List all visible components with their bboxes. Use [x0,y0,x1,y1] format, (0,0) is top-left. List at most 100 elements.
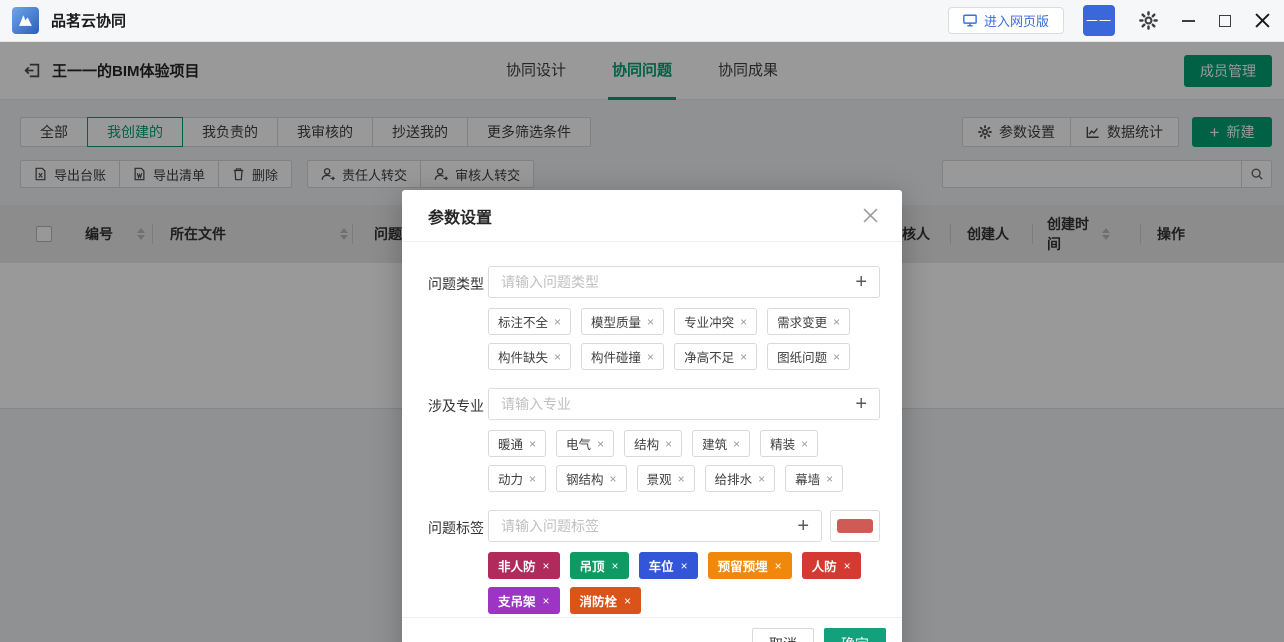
tag-label: 钢结构 [566,469,604,488]
modal-body: 问题类型 + 标注不全×模型质量×专业冲突×需求变更×构件缺失×构件碰撞×净高不… [402,242,902,614]
field-discipline: 涉及专业 + 暖通×电气×结构×建筑×精装×动力×钢结构×景观×给排水×幕墙× [428,388,880,492]
tag-remove-icon[interactable]: × [647,315,654,329]
tag-label: 建筑 [702,434,727,453]
tag-remove-icon[interactable]: × [678,472,685,486]
issue-type-tags: 标注不全 × 模型质量 × 专业冲突 × 需求变更 × 构件缺失 × 构件碰撞 × 净高不足 × 图纸问题 × [488,308,880,370]
tag-chip: 动力 × [488,465,546,492]
tag-label: 动力 [498,469,523,488]
tag-label: 电气 [566,434,591,453]
tag-label: 车位 [649,556,674,575]
tag-remove-icon[interactable]: × [610,472,617,486]
issue-tag-input[interactable] [501,518,789,534]
tag-chip: 标注不全 × [488,308,571,335]
tag-color-swatch [837,519,873,533]
tag-label: 模型质量 [591,312,641,331]
modal-title: 参数设置 [428,204,492,228]
tag-label: 精装 [770,434,795,453]
tag-remove-icon[interactable]: × [647,350,654,364]
issue-tag-colored-tags: 非人防×吊顶×车位×预留预埋×人防×支吊架×消防栓× [488,552,880,614]
tag-remove-icon[interactable]: × [740,315,747,329]
tag-remove-icon[interactable]: × [826,472,833,486]
tag-label: 专业冲突 [684,312,734,331]
tag-remove-icon[interactable]: × [543,594,550,608]
tag-chip: 给排水 × [705,465,776,492]
modal-header: 参数设置 [402,190,902,242]
tag-chip: 图纸问题 × [767,343,850,370]
settings-gear-icon[interactable] [1139,11,1158,30]
window-maximize-button[interactable] [1219,15,1231,27]
tag-remove-icon[interactable]: × [833,315,840,329]
tag-label: 幕墙 [795,469,820,488]
field-label: 问题类型 [428,266,488,370]
discipline-tags: 暖通×电气×结构×建筑×精装×动力×钢结构×景观×给排水×幕墙× [488,430,880,492]
field-label: 问题标签 [428,510,488,614]
colored-tag-chip: 消防栓× [570,587,642,614]
tag-remove-icon[interactable]: × [775,559,782,573]
tag-remove-icon[interactable]: × [833,350,840,364]
add-discipline-icon[interactable]: + [855,394,867,414]
tag-chip: 专业冲突 × [674,308,757,335]
parameter-settings-modal: 参数设置 问题类型 + 标注不全×模型质量×专业冲突×需求变更×构件缺失×构件碰… [402,190,902,642]
tag-chip: 结构× [624,430,682,457]
tag-chip: 需求变更 × [767,308,850,335]
tag-label: 标注不全 [498,312,548,331]
titlebar: 品茗云协同 进入网页版 一一 [0,0,1284,42]
tag-label: 人防 [812,556,837,575]
tag-label: 预留预埋 [718,556,768,575]
tag-remove-icon[interactable]: × [612,559,619,573]
tag-label: 构件碰撞 [591,347,641,366]
field-issue-tag: 问题标签 + 非人防×吊顶×车位×预留预埋×人防×支吊架×消防栓× [428,510,880,614]
tag-remove-icon[interactable]: × [597,437,604,451]
issue-type-input[interactable] [501,274,847,290]
tag-chip: 精装 × [760,430,818,457]
tag-chip: 模型质量 × [581,308,664,335]
tag-label: 净高不足 [684,347,734,366]
issue-tag-input-wrap: + [488,510,822,542]
tag-chip: 暖通 × [488,430,546,457]
colored-tag-chip: 车位 × [639,552,698,579]
tag-chip: 钢结构 × [556,465,627,492]
tag-remove-icon[interactable]: × [665,437,672,451]
tag-remove-icon[interactable]: × [844,559,851,573]
tag-label: 景观 [647,469,672,488]
tag-remove-icon[interactable]: × [801,437,808,451]
cancel-button[interactable]: 取消 [752,628,814,642]
add-issue-tag-icon[interactable]: + [797,516,809,536]
field-label: 涉及专业 [428,388,488,492]
tag-remove-icon[interactable]: × [543,559,550,573]
tag-remove-icon[interactable]: × [758,472,765,486]
colored-tag-chip: 支吊架× [488,587,560,614]
enter-web-version-label: 进入网页版 [984,11,1049,30]
tag-chip: 构件碰撞 × [581,343,664,370]
tag-remove-icon[interactable]: × [529,437,536,451]
tag-chip: 净高不足 × [674,343,757,370]
tag-remove-icon[interactable]: × [740,350,747,364]
tag-chip: 构件缺失 × [488,343,571,370]
tag-label: 需求变更 [777,312,827,331]
enter-web-version-button[interactable]: 进入网页版 [948,7,1064,34]
modal-close-icon[interactable] [863,208,878,223]
tag-remove-icon[interactable]: × [529,472,536,486]
confirm-button[interactable]: 确定 [824,628,886,642]
tag-label: 暖通 [498,434,523,453]
tag-color-picker[interactable] [830,510,880,542]
tag-label: 给排水 [715,469,753,488]
discipline-input-wrap: + [488,388,880,420]
tag-remove-icon[interactable]: × [624,594,631,608]
tag-remove-icon[interactable]: × [733,437,740,451]
add-issue-type-icon[interactable]: + [855,272,867,292]
tag-label: 图纸问题 [777,347,827,366]
tag-remove-icon[interactable]: × [554,350,561,364]
tag-label: 构件缺失 [498,347,548,366]
discipline-input[interactable] [501,396,847,412]
modal-footer: 取消 确定 [402,617,902,642]
window-close-button[interactable] [1255,13,1270,28]
tag-remove-icon[interactable]: × [554,315,561,329]
user-avatar[interactable]: 一一 [1083,5,1115,36]
tag-remove-icon[interactable]: × [681,559,688,573]
window-minimize-button[interactable] [1182,20,1195,22]
app-title: 品茗云协同 [51,10,126,31]
monitor-icon [963,14,977,27]
tag-chip: 电气 × [556,430,614,457]
issue-type-input-wrap: + [488,266,880,298]
